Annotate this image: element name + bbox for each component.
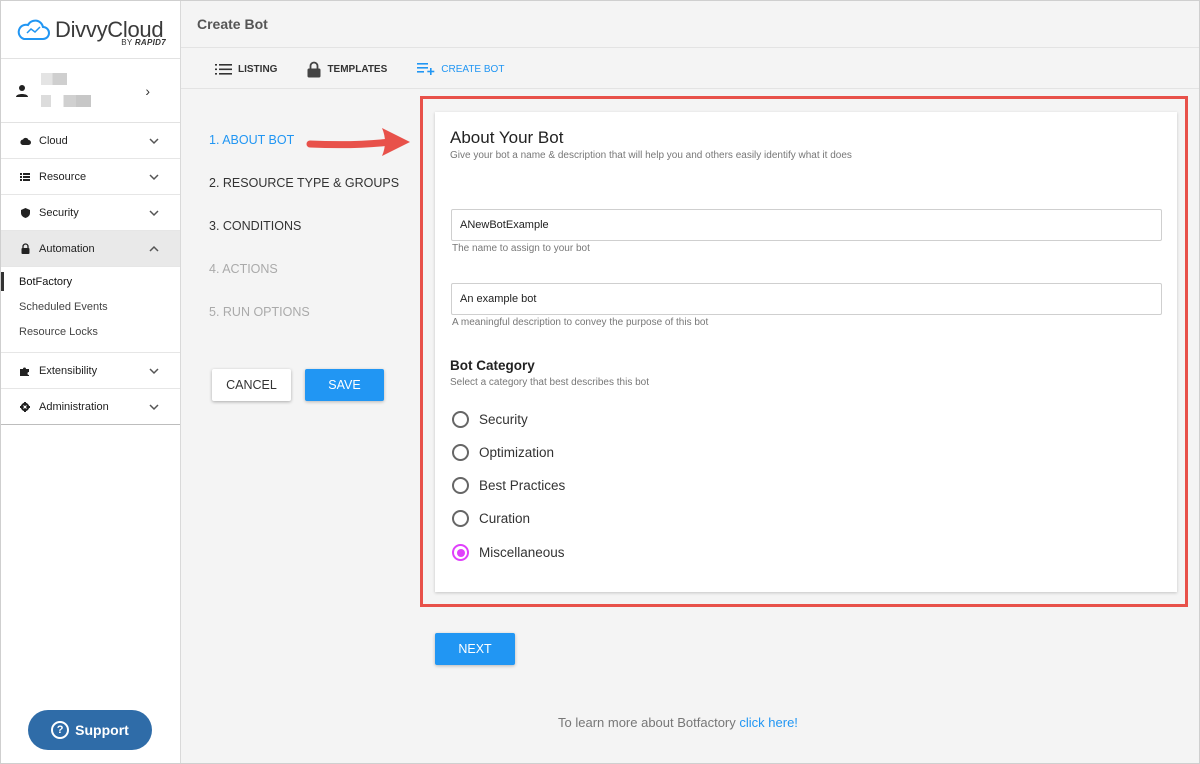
learn-more-link[interactable]: click here! [739, 715, 798, 730]
tab-create-bot-label: CREATE BOT [441, 63, 505, 75]
tab-templates[interactable]: TEMPLATES [307, 61, 387, 78]
chevron-right-icon[interactable]: › [145, 83, 150, 99]
chevron-up-icon[interactable] [148, 243, 160, 255]
about-bot-card: About Your Bot Give your bot a name & de… [435, 112, 1177, 592]
category-title: Bot Category [450, 358, 535, 373]
bot-description-input[interactable] [451, 283, 1162, 315]
nav-automation-label: Automation [39, 242, 95, 255]
automation-submenu: BotFactory Scheduled Events Resource Loc… [1, 267, 180, 353]
lock-icon [307, 61, 321, 77]
playlist-add-icon [417, 63, 435, 75]
tab-listing-label: LISTING [238, 63, 278, 75]
person-icon [16, 84, 28, 97]
nav-administration[interactable]: Administration [1, 389, 180, 425]
redacted-username [41, 73, 67, 85]
lock-icon [19, 243, 31, 255]
cancel-button[interactable]: CANCEL [212, 369, 291, 401]
nav-cloud[interactable]: Cloud [1, 123, 180, 159]
nav-automation[interactable]: Automation [1, 231, 180, 267]
chevron-down-icon[interactable] [148, 365, 160, 377]
step-resource-type[interactable]: 2. RESOURCE TYPE & GROUPS [209, 176, 399, 190]
radio-button[interactable] [452, 510, 469, 527]
nav-extensibility[interactable]: Extensibility [1, 353, 180, 389]
bot-name-hint: The name to assign to your bot [452, 243, 590, 254]
nav-resource-label: Resource [39, 170, 87, 183]
nav-cloud-label: Cloud [39, 134, 68, 147]
nav-security[interactable]: Security [1, 195, 180, 231]
redacted-org [41, 95, 91, 107]
category-option-curation[interactable]: Curation [452, 510, 530, 527]
bot-tabs: LISTING TEMPLATES CREATE BOT [215, 58, 534, 80]
support-button[interactable]: ? Support [28, 710, 152, 750]
radio-button-selected[interactable] [452, 544, 469, 561]
radio-button[interactable] [452, 477, 469, 494]
category-option-miscellaneous[interactable]: Miscellaneous [452, 544, 565, 561]
page-title: Create Bot [197, 16, 268, 32]
card-title: About Your Bot [450, 128, 564, 147]
shield-icon [19, 207, 31, 219]
nav-administration-label: Administration [39, 400, 109, 413]
divider [181, 88, 1199, 89]
tab-templates-label: TEMPLATES [327, 63, 388, 75]
category-option-security[interactable]: Security [452, 411, 528, 428]
step-run-options: 5. RUN OPTIONS [209, 305, 310, 319]
step-about-bot[interactable]: 1. ABOUT BOT [209, 133, 294, 147]
learn-more-label: To learn more about Botfactory [558, 715, 736, 730]
bot-description-hint: A meaningful description to convey the p… [452, 317, 709, 328]
learn-more-text: To learn more about Botfactory click her… [558, 715, 798, 730]
radio-label: Miscellaneous [479, 545, 565, 560]
card-subtitle: Give your bot a name & description that … [450, 150, 852, 161]
tab-listing[interactable]: LISTING [215, 63, 278, 75]
annotation-arrow-icon [306, 128, 410, 156]
tab-create-bot[interactable]: CREATE BOT [417, 63, 504, 75]
chevron-down-icon[interactable] [148, 135, 160, 147]
cloud-icon [19, 135, 31, 147]
chevron-down-icon[interactable] [148, 401, 160, 413]
support-label: Support [75, 722, 129, 738]
radio-label: Optimization [479, 445, 555, 460]
next-button[interactable]: NEXT [435, 633, 515, 665]
gear-icon [19, 401, 31, 413]
chevron-down-icon[interactable] [148, 207, 160, 219]
nav-extensibility-label: Extensibility [39, 364, 98, 377]
radio-label: Curation [479, 511, 531, 526]
radio-label: Best Practices [479, 478, 566, 493]
user-profile[interactable]: › [1, 59, 180, 123]
chevron-down-icon[interactable] [148, 171, 160, 183]
help-icon: ? [51, 721, 70, 739]
radio-button[interactable] [452, 411, 469, 428]
list-icon [215, 63, 232, 75]
puzzle-icon [19, 365, 31, 377]
category-option-best-practices[interactable]: Best Practices [452, 477, 565, 494]
save-button[interactable]: SAVE [305, 369, 384, 401]
radio-label: Security [479, 412, 528, 427]
step-conditions[interactable]: 3. CONDITIONS [209, 219, 301, 233]
bot-name-input[interactable] [451, 209, 1162, 241]
nav-resource-locks[interactable]: Resource Locks [1, 319, 180, 344]
nav-scheduled-events[interactable]: Scheduled Events [1, 294, 180, 319]
nav-resource[interactable]: Resource [1, 159, 180, 195]
brand-logo[interactable]: DivvyCloud BY RAPID7 [1, 1, 180, 59]
radio-button[interactable] [452, 444, 469, 461]
category-option-optimization[interactable]: Optimization [452, 444, 554, 461]
list-icon [19, 171, 31, 183]
nav-botfactory[interactable]: BotFactory [1, 269, 180, 294]
divider [181, 47, 1199, 48]
step-actions: 4. ACTIONS [209, 262, 278, 276]
cloud-logo-icon [17, 19, 50, 40]
brand-byline: BY RAPID7 [121, 38, 166, 47]
category-subtitle: Select a category that best describes th… [450, 377, 649, 388]
sidebar: DivvyCloud BY RAPID7 › Cloud Resource Se… [1, 1, 181, 763]
nav-security-label: Security [39, 206, 79, 219]
